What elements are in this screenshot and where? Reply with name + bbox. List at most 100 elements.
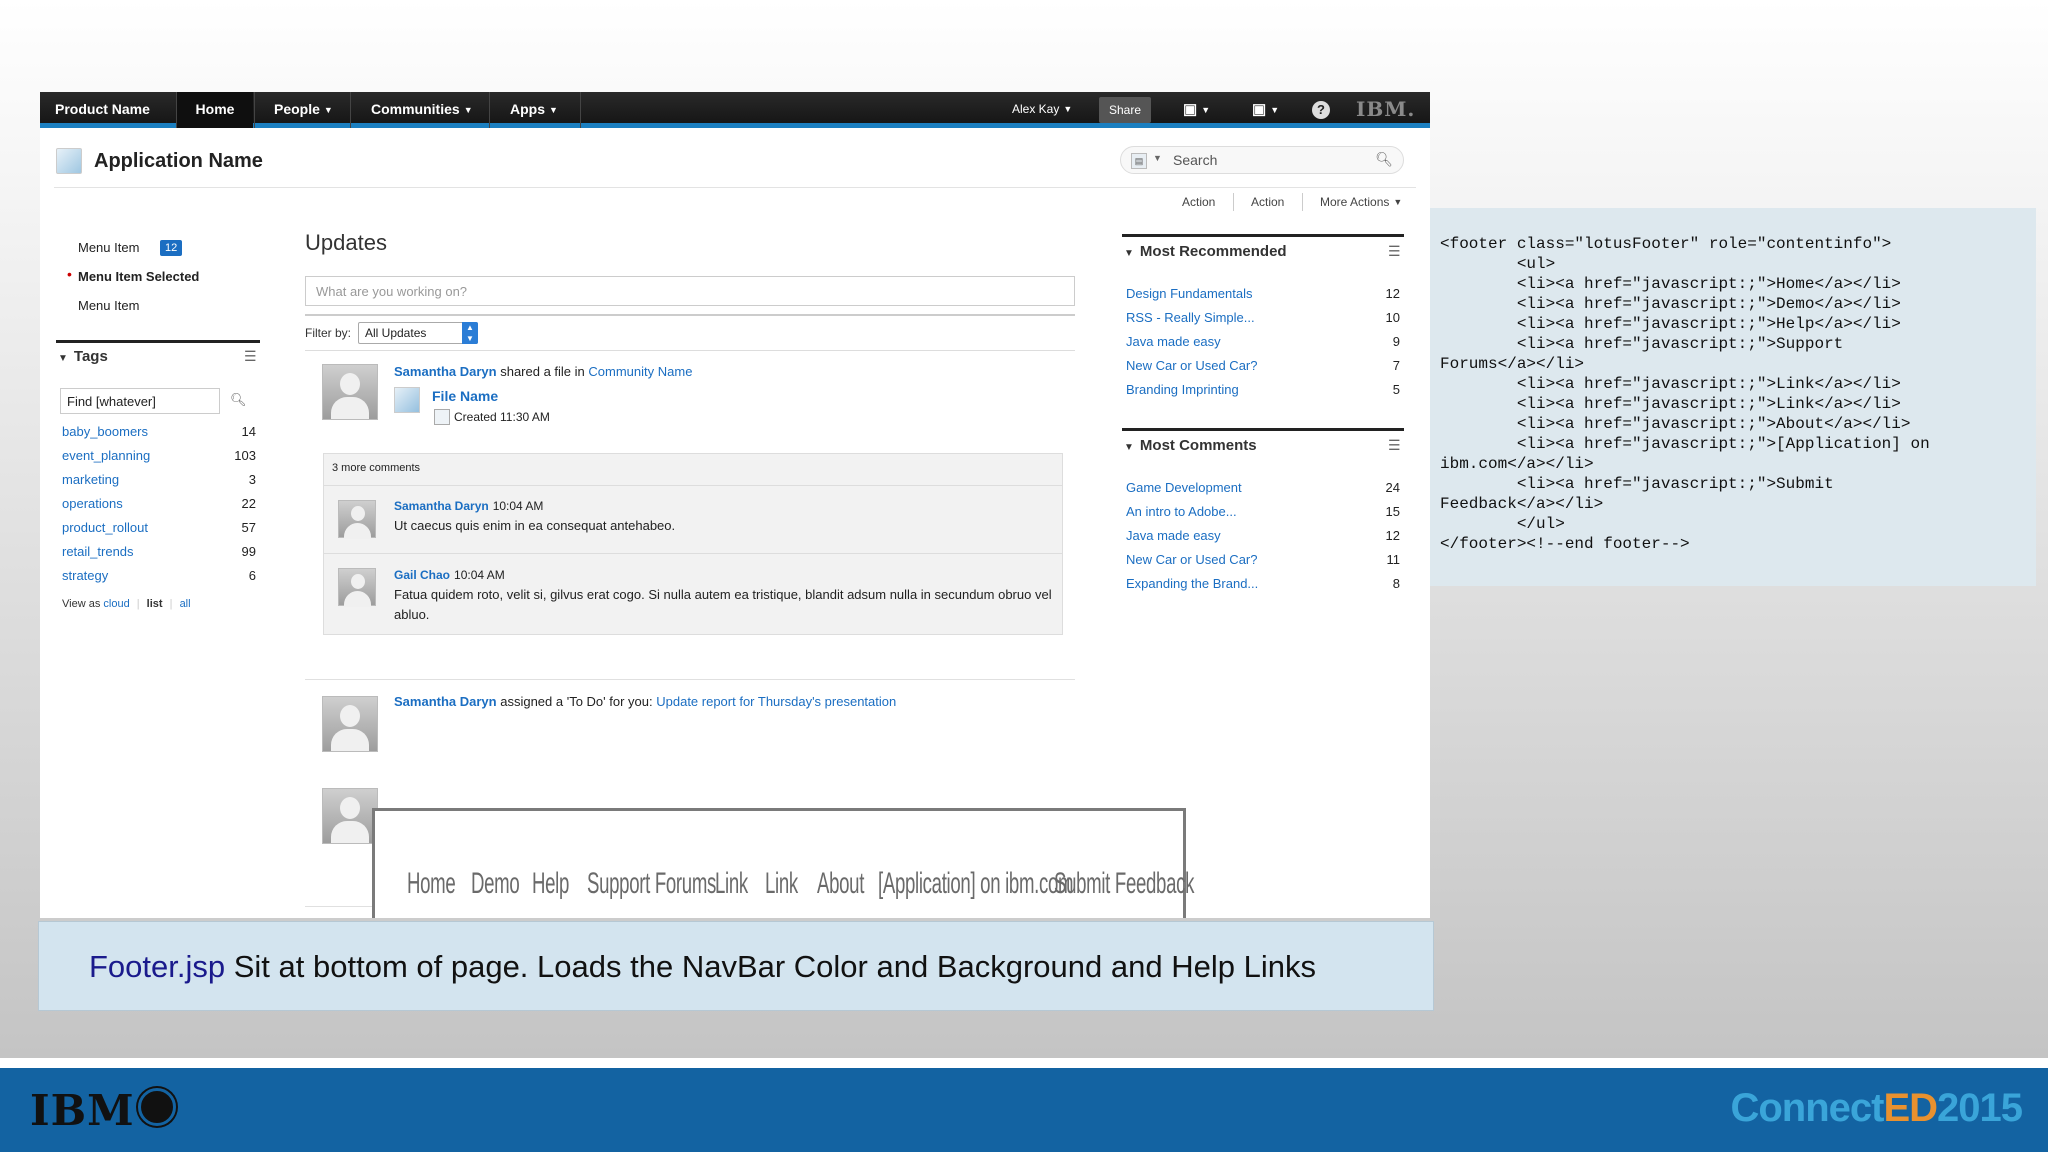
tag-row: operations 22: [62, 496, 256, 518]
search-scope-icon[interactable]: ▤: [1131, 153, 1147, 169]
tag-link[interactable]: baby_boomers: [62, 424, 148, 439]
footer-link-home[interactable]: Home: [407, 867, 456, 901]
selected-indicator: •: [67, 266, 72, 282]
collapse-icon: ▼: [1124, 442, 1134, 453]
status-input[interactable]: What are you working on?: [305, 276, 1075, 306]
most-comments-toggle[interactable]: ▼ Most Comments: [1124, 437, 1257, 454]
footer-link-application[interactable]: [Application] on ibm.com: [878, 867, 1074, 901]
item-count: 24: [1385, 480, 1400, 495]
ibm-logo: IBM: [30, 1086, 135, 1135]
item-count: 10: [1385, 310, 1400, 325]
comments-link[interactable]: Java made easy: [1126, 528, 1221, 543]
tag-link[interactable]: event_planning: [62, 448, 150, 463]
recommended-link[interactable]: New Car or Used Car?: [1126, 358, 1258, 373]
most-recommended-toggle[interactable]: ▼ Most Recommended: [1124, 243, 1287, 260]
footer-link-link[interactable]: Link: [715, 867, 748, 901]
item-count: 5: [1392, 382, 1400, 397]
avatar[interactable]: [338, 500, 376, 539]
apps-icon: ▣: [1252, 101, 1267, 118]
search-icon[interactable]: 🔍︎: [230, 392, 247, 408]
community-link[interactable]: Community Name: [588, 364, 692, 379]
footer-link-demo[interactable]: Demo: [471, 867, 520, 901]
comment-author-link[interactable]: Gail Chao: [394, 568, 450, 582]
product-name[interactable]: Product Name: [55, 92, 150, 128]
footer-link-submit-feedback[interactable]: Submit Feedback: [1054, 867, 1194, 901]
list-item: Expanding the Brand... 8: [1126, 576, 1400, 598]
comment-divider: [324, 553, 1062, 554]
todo-link[interactable]: Update report for Thursday's presentatio…: [656, 694, 896, 709]
tag-link[interactable]: retail_trends: [62, 544, 134, 559]
avatar[interactable]: [322, 788, 378, 844]
more-actions-button[interactable]: More Actions ▼: [1320, 195, 1402, 209]
avatar[interactable]: [322, 696, 378, 752]
update-summary: Samantha Daryn assigned a 'To Do' for yo…: [394, 694, 896, 709]
view-as-label: View as: [62, 598, 101, 610]
update-divider: [305, 679, 1075, 680]
chevron-down-icon: ▼: [463, 105, 473, 115]
comments-link[interactable]: Expanding the Brand...: [1126, 576, 1258, 591]
comment: Gail Chao 10:04 AM Fatua quidem roto, vel…: [394, 565, 1054, 625]
menu-item[interactable]: Menu Item: [78, 240, 139, 255]
comments-link[interactable]: An intro to Adobe...: [1126, 504, 1237, 519]
action-button[interactable]: Action: [1182, 195, 1215, 209]
tag-link[interactable]: strategy: [62, 568, 108, 583]
menu-icon[interactable]: ☰: [244, 348, 257, 365]
search-icon[interactable]: 🔍︎: [1375, 151, 1393, 168]
view-cloud-link[interactable]: cloud: [103, 598, 129, 610]
footer-divider: [0, 1058, 2048, 1068]
footer-link-support-forums[interactable]: Support Forums: [587, 867, 716, 901]
footer-link-link[interactable]: Link: [765, 867, 798, 901]
comments-link[interactable]: New Car or Used Car?: [1126, 552, 1258, 567]
tags-toggle[interactable]: ▼ Tags: [58, 348, 108, 365]
menu-icon[interactable]: ☰: [1388, 437, 1401, 454]
globe-icon: [138, 1088, 176, 1126]
recommended-link[interactable]: Java made easy: [1126, 334, 1221, 349]
view-all-link[interactable]: all: [180, 598, 191, 610]
recommended-link[interactable]: RSS - Really Simple...: [1126, 310, 1255, 325]
filter-value: All Updates: [365, 326, 427, 340]
tag-link[interactable]: operations: [62, 496, 123, 511]
recommended-link[interactable]: Design Fundamentals: [1126, 286, 1252, 301]
filter-select[interactable]: All Updates ▲ ▼: [358, 322, 478, 344]
application-title: Application Name: [94, 150, 263, 172]
update-action: shared a file in: [500, 364, 585, 379]
user-menu[interactable]: Alex Kay ▼: [1012, 92, 1072, 128]
author-link[interactable]: Samantha Daryn: [394, 364, 497, 379]
nav-communities[interactable]: Communities ▼: [371, 92, 473, 128]
recommended-link[interactable]: Branding Imprinting: [1126, 382, 1239, 397]
search-input[interactable]: Search: [1173, 152, 1217, 168]
comment-author-link[interactable]: Samantha Daryn: [394, 499, 489, 513]
divider: |: [136, 598, 140, 610]
caption-link[interactable]: Footer.jsp: [89, 949, 225, 984]
nav-people[interactable]: People ▼: [274, 92, 333, 128]
tags-filter-input[interactable]: [60, 388, 220, 414]
chevron-down-icon[interactable]: ▼: [1153, 153, 1162, 163]
nav-home[interactable]: Home: [177, 92, 253, 128]
file-link[interactable]: File Name: [432, 388, 498, 404]
help-icon[interactable]: ?: [1312, 101, 1330, 119]
more-comments-link[interactable]: 3 more comments: [332, 462, 420, 474]
tag-link[interactable]: marketing: [62, 472, 119, 487]
share-button[interactable]: Share: [1099, 97, 1152, 123]
menu-item-selected[interactable]: Menu Item Selected: [78, 269, 199, 284]
tag-row: baby_boomers 14: [62, 424, 256, 446]
apps-menu[interactable]: ▣ ▼: [1252, 101, 1279, 119]
view-list-link[interactable]: list: [147, 598, 163, 610]
search-box[interactable]: ▤ ▼ Search 🔍︎: [1120, 146, 1404, 174]
notifications-icon: ▣: [1183, 101, 1198, 118]
action-button[interactable]: Action: [1251, 195, 1284, 209]
footer-link-about[interactable]: About: [817, 867, 864, 901]
notifications-menu[interactable]: ▣ ▼: [1183, 101, 1210, 119]
avatar[interactable]: [322, 364, 378, 420]
tag-link[interactable]: product_rollout: [62, 520, 148, 535]
menu-icon[interactable]: ☰: [1388, 243, 1401, 260]
comments-link[interactable]: Game Development: [1126, 480, 1242, 495]
nav-divider: [489, 92, 490, 128]
footer-link-help[interactable]: Help: [532, 867, 569, 901]
comment-text: Ut caecus quis enim in ea consequat ante…: [394, 518, 676, 533]
nav-apps[interactable]: Apps ▼: [510, 92, 558, 128]
menu-item[interactable]: Menu Item: [78, 298, 139, 313]
tag-row: strategy 6: [62, 568, 256, 590]
author-link[interactable]: Samantha Daryn: [394, 694, 497, 709]
avatar[interactable]: [338, 568, 376, 607]
